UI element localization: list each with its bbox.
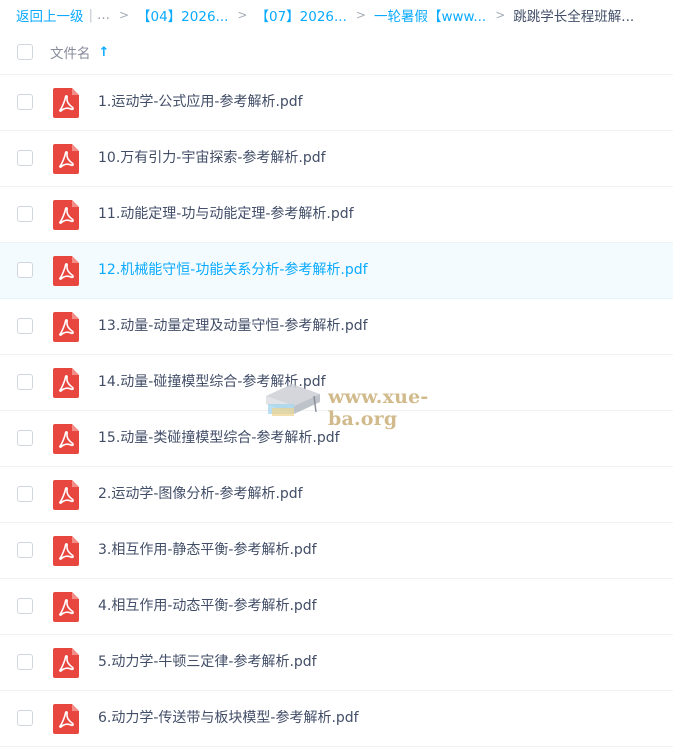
file-name[interactable]: 2.运动学-图像分析-参考解析.pdf — [98, 467, 303, 522]
arrow-up-icon[interactable]: ↑ — [99, 45, 110, 60]
pdf-file-icon — [53, 200, 79, 230]
pdf-file-icon — [53, 312, 79, 342]
pdf-file-icon — [53, 368, 79, 398]
file-row[interactable]: 14.动量-碰撞模型综合-参考解析.pdf — [0, 355, 673, 411]
file-row[interactable]: 3.相互作用-静态平衡-参考解析.pdf — [0, 523, 673, 579]
file-row[interactable]: 4.相互作用-动态平衡-参考解析.pdf — [0, 579, 673, 635]
breadcrumb-item[interactable]: 一轮暑假【www... — [374, 5, 486, 25]
pdf-file-icon — [53, 424, 79, 454]
file-row[interactable]: 11.动能定理-功与动能定理-参考解析.pdf — [0, 187, 673, 243]
breadcrumb-item[interactable]: 【04】2026... — [137, 5, 228, 25]
file-name[interactable]: 13.动量-动量定理及动量守恒-参考解析.pdf — [98, 299, 368, 354]
pdf-file-icon — [53, 88, 79, 118]
select-all-checkbox[interactable] — [17, 44, 33, 60]
row-checkbox[interactable] — [17, 150, 33, 166]
file-row[interactable]: 10.万有引力-宇宙探索-参考解析.pdf — [0, 131, 673, 187]
breadcrumb-item[interactable]: 【07】2026... — [255, 5, 346, 25]
row-checkbox[interactable] — [17, 430, 33, 446]
file-row[interactable]: 1.运动学-公式应用-参考解析.pdf — [0, 75, 673, 131]
file-name[interactable]: 14.动量-碰撞模型综合-参考解析.pdf — [98, 355, 326, 410]
back-link[interactable]: 返回上一级 — [16, 5, 84, 25]
file-name[interactable]: 3.相互作用-静态平衡-参考解析.pdf — [98, 523, 317, 578]
file-name[interactable]: 15.动量-类碰撞模型综合-参考解析.pdf — [98, 411, 340, 466]
file-name[interactable]: 10.万有引力-宇宙探索-参考解析.pdf — [98, 131, 326, 186]
file-row[interactable]: 13.动量-动量定理及动量守恒-参考解析.pdf — [0, 299, 673, 355]
file-name[interactable]: 5.动力学-牛顿三定律-参考解析.pdf — [98, 635, 317, 690]
chevron-right-icon: > — [237, 8, 248, 22]
filename-label: 文件名 — [50, 46, 91, 62]
row-checkbox[interactable] — [17, 374, 33, 390]
chevron-right-icon: > — [355, 8, 366, 22]
row-checkbox[interactable] — [17, 94, 33, 110]
pdf-file-icon — [53, 704, 79, 734]
file-name[interactable]: 4.相互作用-动态平衡-参考解析.pdf — [98, 579, 317, 634]
row-checkbox[interactable] — [17, 206, 33, 222]
breadcrumb-ellipsis[interactable]: ... — [97, 7, 110, 23]
breadcrumb-current: 跳跳学长全程班解... — [513, 9, 635, 25]
file-name[interactable]: 6.动力学-传送带与板块模型-参考解析.pdf — [98, 691, 359, 746]
chevron-right-icon: > — [118, 8, 129, 22]
file-list-header: 文件名 ↑ — [0, 30, 673, 75]
pdf-file-icon — [53, 144, 79, 174]
file-row[interactable]: 15.动量-类碰撞模型综合-参考解析.pdf — [0, 411, 673, 467]
breadcrumb: 返回上一级 | ... > 【04】2026... > 【07】2026... … — [0, 0, 673, 30]
row-checkbox[interactable] — [17, 486, 33, 502]
breadcrumb-divider: | — [88, 7, 94, 23]
file-name[interactable]: 1.运动学-公式应用-参考解析.pdf — [98, 75, 303, 130]
file-row[interactable]: 2.运动学-图像分析-参考解析.pdf — [0, 467, 673, 523]
row-checkbox[interactable] — [17, 654, 33, 670]
chevron-right-icon: > — [495, 8, 506, 22]
file-row[interactable]: 6.动力学-传送带与板块模型-参考解析.pdf — [0, 691, 673, 747]
pdf-file-icon — [53, 648, 79, 678]
row-checkbox[interactable] — [17, 542, 33, 558]
pdf-file-icon — [53, 480, 79, 510]
row-checkbox[interactable] — [17, 710, 33, 726]
file-list: 1.运动学-公式应用-参考解析.pdf 10.万有引力-宇宙探索-参考解析.pdf… — [0, 75, 673, 747]
pdf-file-icon — [53, 536, 79, 566]
pdf-file-icon — [53, 592, 79, 622]
row-checkbox[interactable] — [17, 262, 33, 278]
pdf-file-icon — [53, 256, 79, 286]
file-row[interactable]: 12.机械能守恒-功能关系分析-参考解析.pdf — [0, 243, 673, 299]
file-row[interactable]: 5.动力学-牛顿三定律-参考解析.pdf — [0, 635, 673, 691]
file-name[interactable]: 11.动能定理-功与动能定理-参考解析.pdf — [98, 187, 354, 242]
filename-column-header[interactable]: 文件名 ↑ — [50, 42, 110, 63]
row-checkbox[interactable] — [17, 598, 33, 614]
row-checkbox[interactable] — [17, 318, 33, 334]
file-name[interactable]: 12.机械能守恒-功能关系分析-参考解析.pdf — [98, 243, 368, 298]
